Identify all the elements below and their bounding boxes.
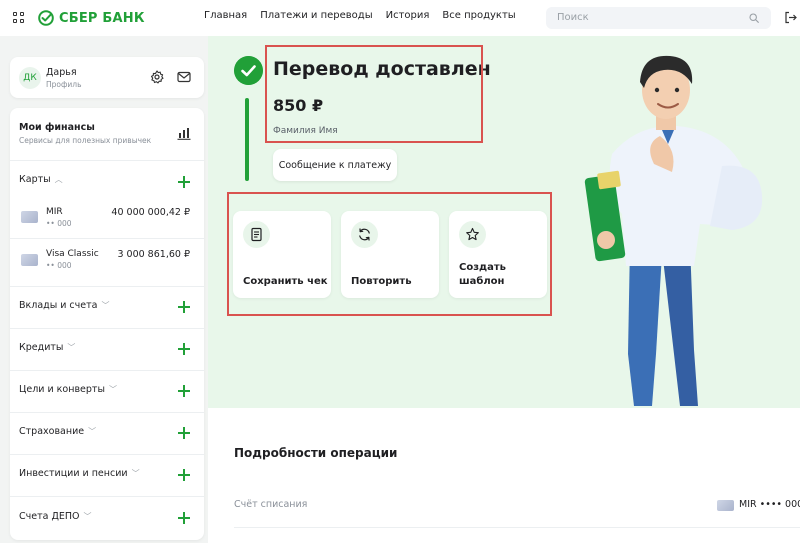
chevron-down-icon: ﹀	[83, 512, 92, 521]
section-credits[interactable]: Кредиты ﹀	[19, 342, 75, 353]
profile-subtitle: Профиль	[46, 80, 82, 89]
section-insurance[interactable]: Страхование ﹀	[19, 426, 96, 437]
divider	[10, 328, 204, 329]
add-depo-plus-icon[interactable]	[178, 512, 190, 524]
section-insurance-label: Страхование	[19, 426, 85, 437]
apps-grid-icon[interactable]	[13, 12, 24, 23]
bar-chart-icon[interactable]	[177, 127, 191, 140]
section-investments[interactable]: Инвестиции и пенсии ﹀	[19, 468, 140, 479]
chevron-down-icon: ﹀	[131, 469, 140, 478]
card-name-mir[interactable]: MIR	[46, 207, 63, 217]
divider	[10, 286, 204, 287]
chevron-down-icon: ﹀	[108, 385, 117, 394]
card-balance-mir: 40 000 000,42 ₽	[111, 207, 190, 218]
highlight-box-actions	[227, 192, 552, 316]
add-card-plus-icon[interactable]	[178, 176, 190, 188]
section-depo[interactable]: Счета ДЕПО ﹀	[19, 511, 92, 522]
sber-logo[interactable]: СБЕР БАНК	[38, 9, 145, 27]
success-check-icon	[234, 56, 263, 85]
logout-icon[interactable]	[784, 11, 797, 24]
section-depo-label: Счета ДЕПО	[19, 511, 80, 522]
status-timeline	[245, 98, 249, 181]
section-goals[interactable]: Цели и конверты ﹀	[19, 384, 117, 395]
operation-details: Подробности операции Счёт списания MIR •…	[208, 408, 800, 543]
search-input[interactable]: Поиск	[546, 7, 771, 29]
chevron-down-icon: ﹀	[67, 343, 76, 352]
debit-account-value: MIR •••• 0000	[739, 499, 800, 510]
section-deposits[interactable]: Вклады и счета ﹀	[19, 300, 109, 311]
debit-account-label: Счёт списания	[234, 499, 308, 510]
sber-logo-icon	[38, 10, 54, 26]
chevron-down-icon: ﹀	[101, 301, 110, 310]
section-goals-label: Цели и конверты	[19, 384, 105, 395]
mail-icon[interactable]	[177, 71, 191, 83]
visa-card-icon	[21, 254, 38, 266]
section-cards[interactable]: Карты ︿	[19, 174, 63, 185]
add-credit-plus-icon[interactable]	[178, 343, 190, 355]
divider	[10, 238, 204, 239]
profile-card[interactable]: ДК Дарья Профиль	[10, 57, 204, 98]
finances-subtitle: Сервисы для полезных привычек	[19, 136, 152, 145]
finances-title[interactable]: Мои финансы	[19, 122, 95, 133]
section-investments-label: Инвестиции и пенсии	[19, 468, 128, 479]
finances-panel: Мои финансы Сервисы для полезных привыче…	[10, 108, 204, 540]
card-name-visa[interactable]: Visa Classic	[46, 249, 99, 259]
divider	[10, 496, 204, 497]
avatar[interactable]: ДК	[19, 67, 41, 89]
mir-card-icon	[717, 500, 734, 511]
section-credits-label: Кредиты	[19, 342, 64, 353]
details-title: Подробности операции	[234, 446, 398, 460]
nav-item-products[interactable]: Все продукты	[442, 10, 515, 21]
divider	[10, 454, 204, 455]
nav-item-payments[interactable]: Платежи и переводы	[260, 10, 372, 21]
divider	[10, 160, 204, 161]
mir-card-icon	[21, 211, 38, 223]
payment-message-button[interactable]: Сообщение к платежу	[273, 149, 397, 181]
nav-item-home[interactable]: Главная	[204, 10, 247, 21]
add-insurance-plus-icon[interactable]	[178, 427, 190, 439]
main-nav: Главная Платежи и переводы История Все п…	[204, 10, 529, 21]
add-deposit-plus-icon[interactable]	[178, 301, 190, 313]
mascot-illustration	[584, 55, 763, 406]
divider	[234, 527, 800, 528]
section-cards-label: Карты	[19, 174, 51, 185]
search-icon	[749, 13, 759, 23]
logo-text: СБЕР БАНК	[59, 10, 145, 26]
section-deposits-label: Вклады и счета	[19, 300, 98, 311]
card-number-visa: •• 000	[46, 261, 72, 270]
card-balance-visa: 3 000 861,60 ₽	[117, 249, 190, 260]
gear-icon[interactable]	[150, 70, 164, 84]
chevron-up-icon: ︿	[54, 175, 63, 184]
divider	[10, 370, 204, 371]
profile-name: Дарья	[46, 67, 77, 78]
chevron-down-icon: ﹀	[88, 427, 97, 436]
top-header: СБЕР БАНК Главная Платежи и переводы Ист…	[0, 0, 800, 36]
nav-item-history[interactable]: История	[386, 10, 430, 21]
highlight-box-transfer	[265, 45, 483, 143]
search-placeholder: Поиск	[557, 12, 589, 23]
add-investment-plus-icon[interactable]	[178, 469, 190, 481]
card-number-mir: •• 000	[46, 219, 72, 228]
divider	[10, 412, 204, 413]
add-goal-plus-icon[interactable]	[178, 385, 190, 397]
